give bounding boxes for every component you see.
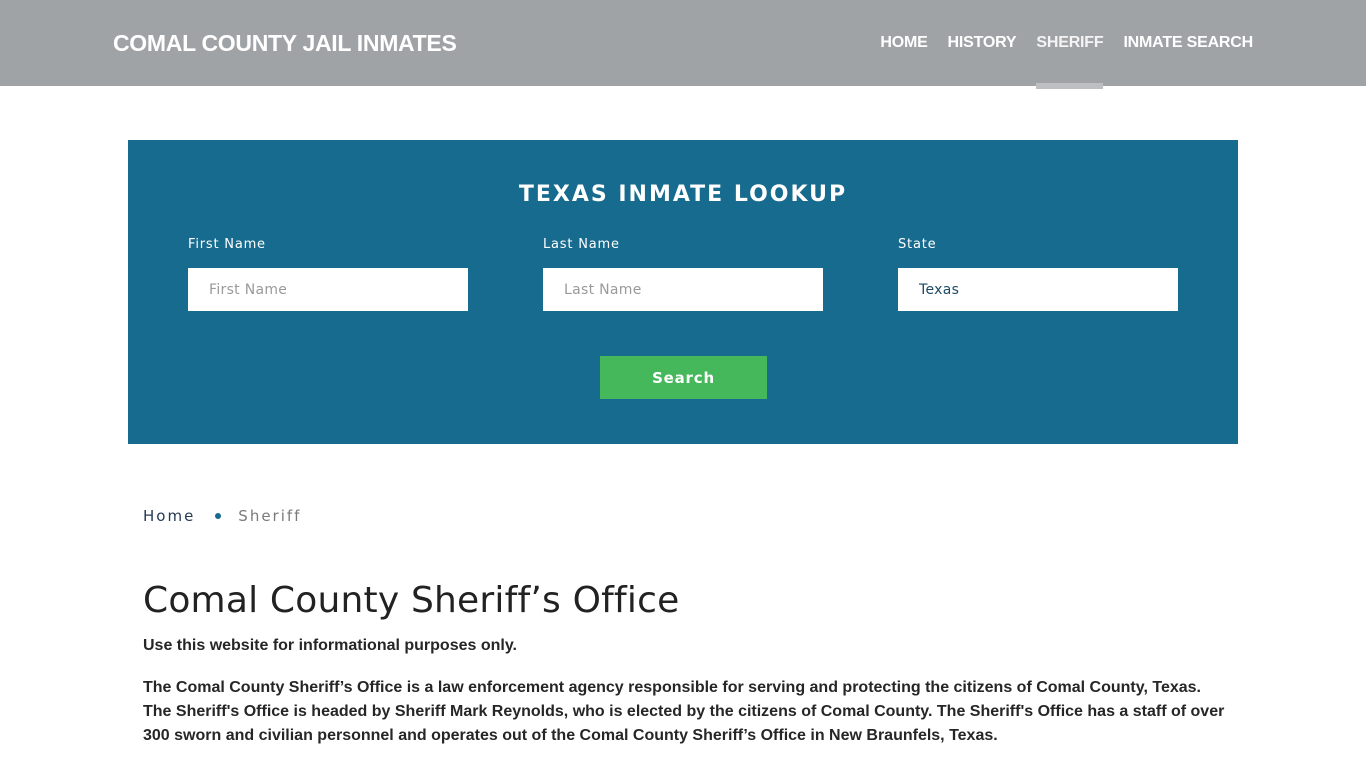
top-navbar: COMAL COUNTY JAIL INMATES HOME HISTORY S… (0, 0, 1366, 89)
nav-home[interactable]: HOME (880, 0, 927, 86)
disclaimer-text: Use this website for informational purpo… (143, 637, 517, 654)
intro-paragraph: The Comal County Sheriff’s Office is a l… (143, 679, 1225, 744)
breadcrumb-current: Sheriff (238, 507, 302, 525)
nav-inmate-search[interactable]: INMATE SEARCH (1123, 0, 1253, 86)
state-label: State (898, 237, 937, 252)
first-name-group: First Name (188, 237, 468, 311)
last-name-label: Last Name (543, 237, 620, 252)
last-name-input[interactable] (543, 268, 823, 311)
search-button[interactable]: Search (600, 356, 767, 399)
site-brand-link[interactable]: COMAL COUNTY JAIL INMATES (113, 30, 457, 57)
nav-history[interactable]: HISTORY (948, 0, 1017, 86)
state-input[interactable] (898, 268, 1178, 311)
last-name-group: Last Name (543, 237, 823, 311)
breadcrumb-home[interactable]: Home (143, 507, 195, 525)
breadcrumb-separator-dot-icon (215, 513, 222, 519)
first-name-label: First Name (188, 237, 266, 252)
state-group: State (898, 237, 1178, 311)
inmate-lookup-panel: TEXAS INMATE LOOKUP First Name Last Name… (128, 140, 1238, 444)
nav-sheriff[interactable]: SHERIFF (1036, 0, 1104, 89)
page-title: Comal County Sheriff’s Office (143, 580, 680, 621)
lookup-title: TEXAS INMATE LOOKUP (518, 182, 848, 207)
main-nav: HOME HISTORY SHERIFF INMATE SEARCH (880, 0, 1253, 89)
breadcrumb: Home Sheriff (143, 507, 301, 525)
first-name-input[interactable] (188, 268, 468, 311)
